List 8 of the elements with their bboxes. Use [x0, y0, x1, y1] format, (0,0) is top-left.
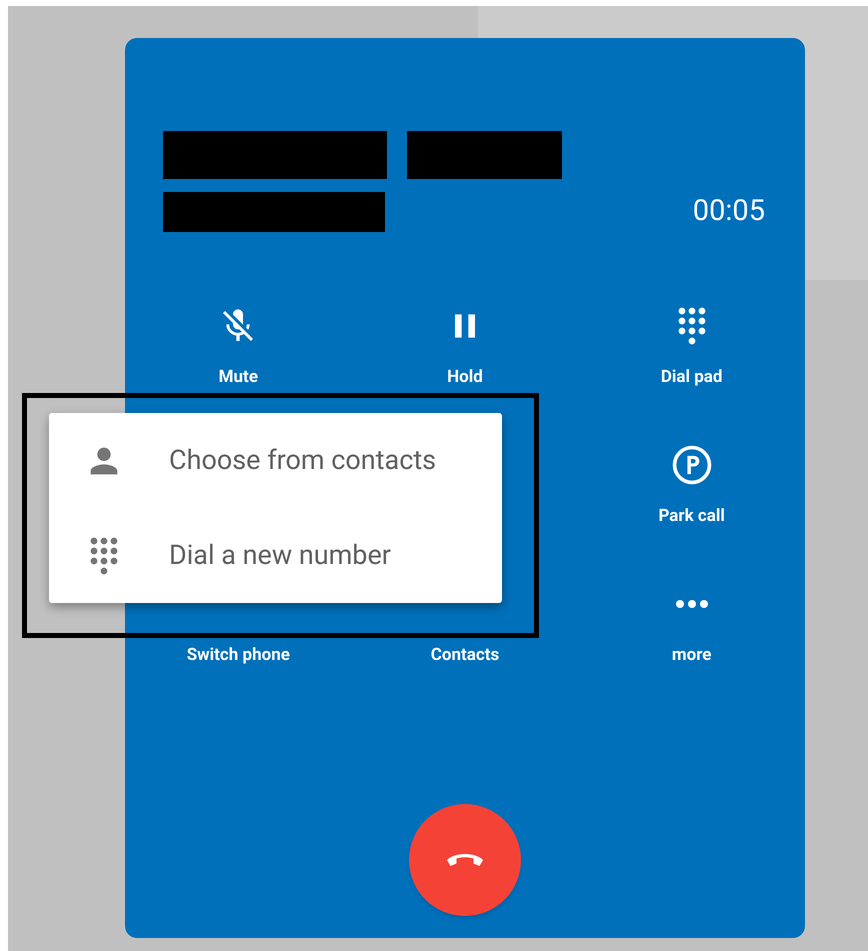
call-timer: 00:05 — [692, 197, 765, 230]
call-action-button[interactable]: Park call — [578, 440, 805, 576]
menu-item[interactable]: Dial a new number — [49, 508, 502, 603]
menu-item[interactable]: Choose from contacts — [49, 413, 502, 508]
call-action-button[interactable]: more — [578, 579, 805, 715]
more-dots-icon — [674, 599, 709, 609]
call-action-button[interactable]: Dial pad — [578, 301, 805, 437]
hang-up-icon — [446, 852, 484, 868]
